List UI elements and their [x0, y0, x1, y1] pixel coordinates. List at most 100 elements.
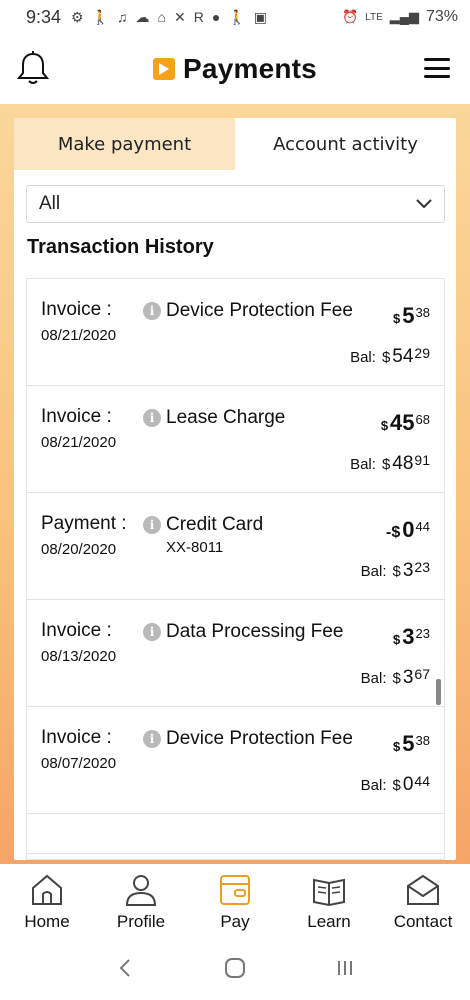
info-icon[interactable]: i	[143, 302, 161, 320]
amount-cents: 23	[415, 626, 430, 641]
transaction-type: Invoice :	[41, 620, 112, 641]
walk-icon: 🚶	[228, 8, 246, 25]
status-system-icons: ⏰ LTE ▂▄▆ 73%	[342, 8, 458, 26]
transaction-balance: Bal: $ 3 67	[361, 666, 430, 689]
transaction-list[interactable]: Invoice : 08/21/2020 i Device Protection…	[26, 278, 445, 860]
transaction-row[interactable]: Invoice : 08/07/2020 i Device Protection…	[27, 707, 444, 814]
transaction-amount: $ 3 23	[393, 624, 430, 650]
transaction-type: Invoice :	[41, 299, 112, 320]
transaction-amount: -$ 0 44	[386, 517, 430, 543]
c-icon: ●	[211, 8, 221, 25]
transaction-balance: Bal: $ 48 91	[350, 452, 430, 475]
cloud-icon: ☁	[135, 8, 150, 25]
menu-icon[interactable]	[424, 58, 450, 78]
amount-whole: 0	[402, 517, 415, 542]
transaction-balance: Bal: $ 3 23	[361, 559, 430, 582]
nav-label: Home	[24, 912, 70, 931]
transaction-type: Invoice :	[41, 406, 112, 427]
balance-currency: $	[392, 670, 401, 687]
info-icon[interactable]: i	[143, 516, 161, 534]
chevron-down-icon	[416, 199, 432, 209]
balance-whole: 48	[392, 453, 414, 474]
page-title: Payments	[183, 53, 317, 84]
transaction-date: 08/13/2020	[41, 648, 117, 665]
status-time: 9:34	[26, 6, 62, 27]
nav-learn[interactable]: Learn	[282, 864, 376, 936]
nav-label: Pay	[220, 912, 250, 931]
scrollbar-thumb[interactable]	[436, 679, 441, 705]
settings-icon: ⚙	[71, 8, 84, 25]
main-panel: Make payment Account activity All Transa…	[14, 118, 456, 860]
info-icon[interactable]: i	[143, 409, 161, 427]
transaction-date: 08/20/2020	[41, 541, 117, 558]
balance-cents: 23	[414, 559, 430, 575]
transaction-row[interactable]: Payment : 08/20/2020 i Credit Card XX-80…	[27, 493, 444, 600]
nav-contact[interactable]: Contact	[376, 864, 470, 936]
transaction-row[interactable]: Invoice : 08/21/2020 i Lease Charge $ 45…	[27, 386, 444, 493]
wallet-icon	[220, 875, 250, 905]
notification-bell-icon[interactable]	[16, 50, 50, 86]
home-button-icon[interactable]	[220, 953, 250, 983]
brand: Payments	[153, 53, 317, 85]
transaction-description: Device Protection Fee	[166, 300, 353, 321]
r-icon: R	[193, 8, 204, 25]
amount-currency: $	[393, 311, 401, 326]
info-icon[interactable]: i	[143, 730, 161, 748]
amount-currency: $	[393, 632, 401, 647]
nav-pay[interactable]: Pay	[188, 864, 282, 936]
transaction-type: Payment :	[41, 513, 127, 534]
info-icon[interactable]: i	[143, 623, 161, 641]
transaction-amount: $ 5 38	[393, 731, 430, 757]
transaction-row[interactable]: Invoice : 08/13/2020 i Data Processing F…	[27, 600, 444, 707]
transaction-description: Credit Card	[166, 514, 264, 535]
transaction-date: 08/21/2020	[41, 434, 117, 451]
transaction-row-partial[interactable]	[27, 814, 444, 854]
music-icon: ♫	[117, 8, 128, 25]
nav-home[interactable]: Home	[0, 864, 94, 936]
transaction-description: Lease Charge	[166, 407, 286, 428]
balance-currency: $	[381, 456, 391, 473]
amount-cents: 38	[415, 305, 430, 320]
nav-profile[interactable]: Profile	[94, 864, 188, 936]
balance-currency: $	[381, 349, 391, 366]
transaction-subtext: XX-8011	[166, 539, 224, 556]
transaction-description: Device Protection Fee	[166, 728, 353, 749]
balance-label: Bal:	[350, 349, 376, 366]
battery-label: 73%	[425, 8, 458, 25]
nav-label: Learn	[307, 912, 351, 931]
amount-currency: -$	[386, 524, 401, 541]
mail-icon	[407, 874, 439, 905]
book-icon	[313, 878, 345, 907]
amount-cents: 68	[415, 412, 430, 427]
amount-whole: 5	[402, 303, 415, 328]
transaction-description: Data Processing Fee	[166, 621, 344, 642]
lte-icon: LTE	[365, 11, 383, 23]
running-icon: ✕	[174, 8, 186, 25]
image-icon: ▣	[253, 8, 268, 25]
transaction-balance: Bal: $ 54 29	[350, 345, 430, 368]
nav-label: Profile	[116, 912, 166, 931]
transaction-row[interactable]: Invoice : 08/21/2020 i Device Protection…	[27, 279, 444, 386]
tab-make-payment[interactable]: Make payment	[14, 118, 235, 170]
balance-label: Bal:	[350, 456, 376, 473]
recents-icon[interactable]	[330, 953, 360, 983]
balance-cents: 91	[414, 452, 430, 468]
balance-cents: 67	[414, 666, 430, 682]
tab-account-activity[interactable]: Account activity	[235, 118, 456, 170]
balance-cents: 29	[414, 345, 430, 361]
tab-bar: Make payment Account activity	[14, 118, 456, 170]
amount-whole: 3	[402, 624, 415, 649]
status-notification-icons: ⚙ 🚶 ♫ ☁ ⌂ ✕ R ● 🚶 ▣	[71, 9, 267, 26]
amount-whole: 5	[402, 731, 415, 756]
transaction-amount: $ 5 38	[393, 303, 430, 329]
home-icon	[32, 874, 62, 905]
balance-whole: 54	[392, 346, 414, 367]
filter-select[interactable]: All	[26, 185, 445, 223]
alarm-icon: ⏰	[341, 9, 359, 24]
transaction-amount: $ 45 68	[381, 410, 430, 436]
amount-whole: 45	[390, 410, 415, 435]
filter-selected-value: All	[39, 193, 61, 214]
balance-cents: 44	[414, 773, 430, 789]
back-icon[interactable]	[110, 953, 140, 983]
system-nav-bar	[0, 936, 470, 1000]
